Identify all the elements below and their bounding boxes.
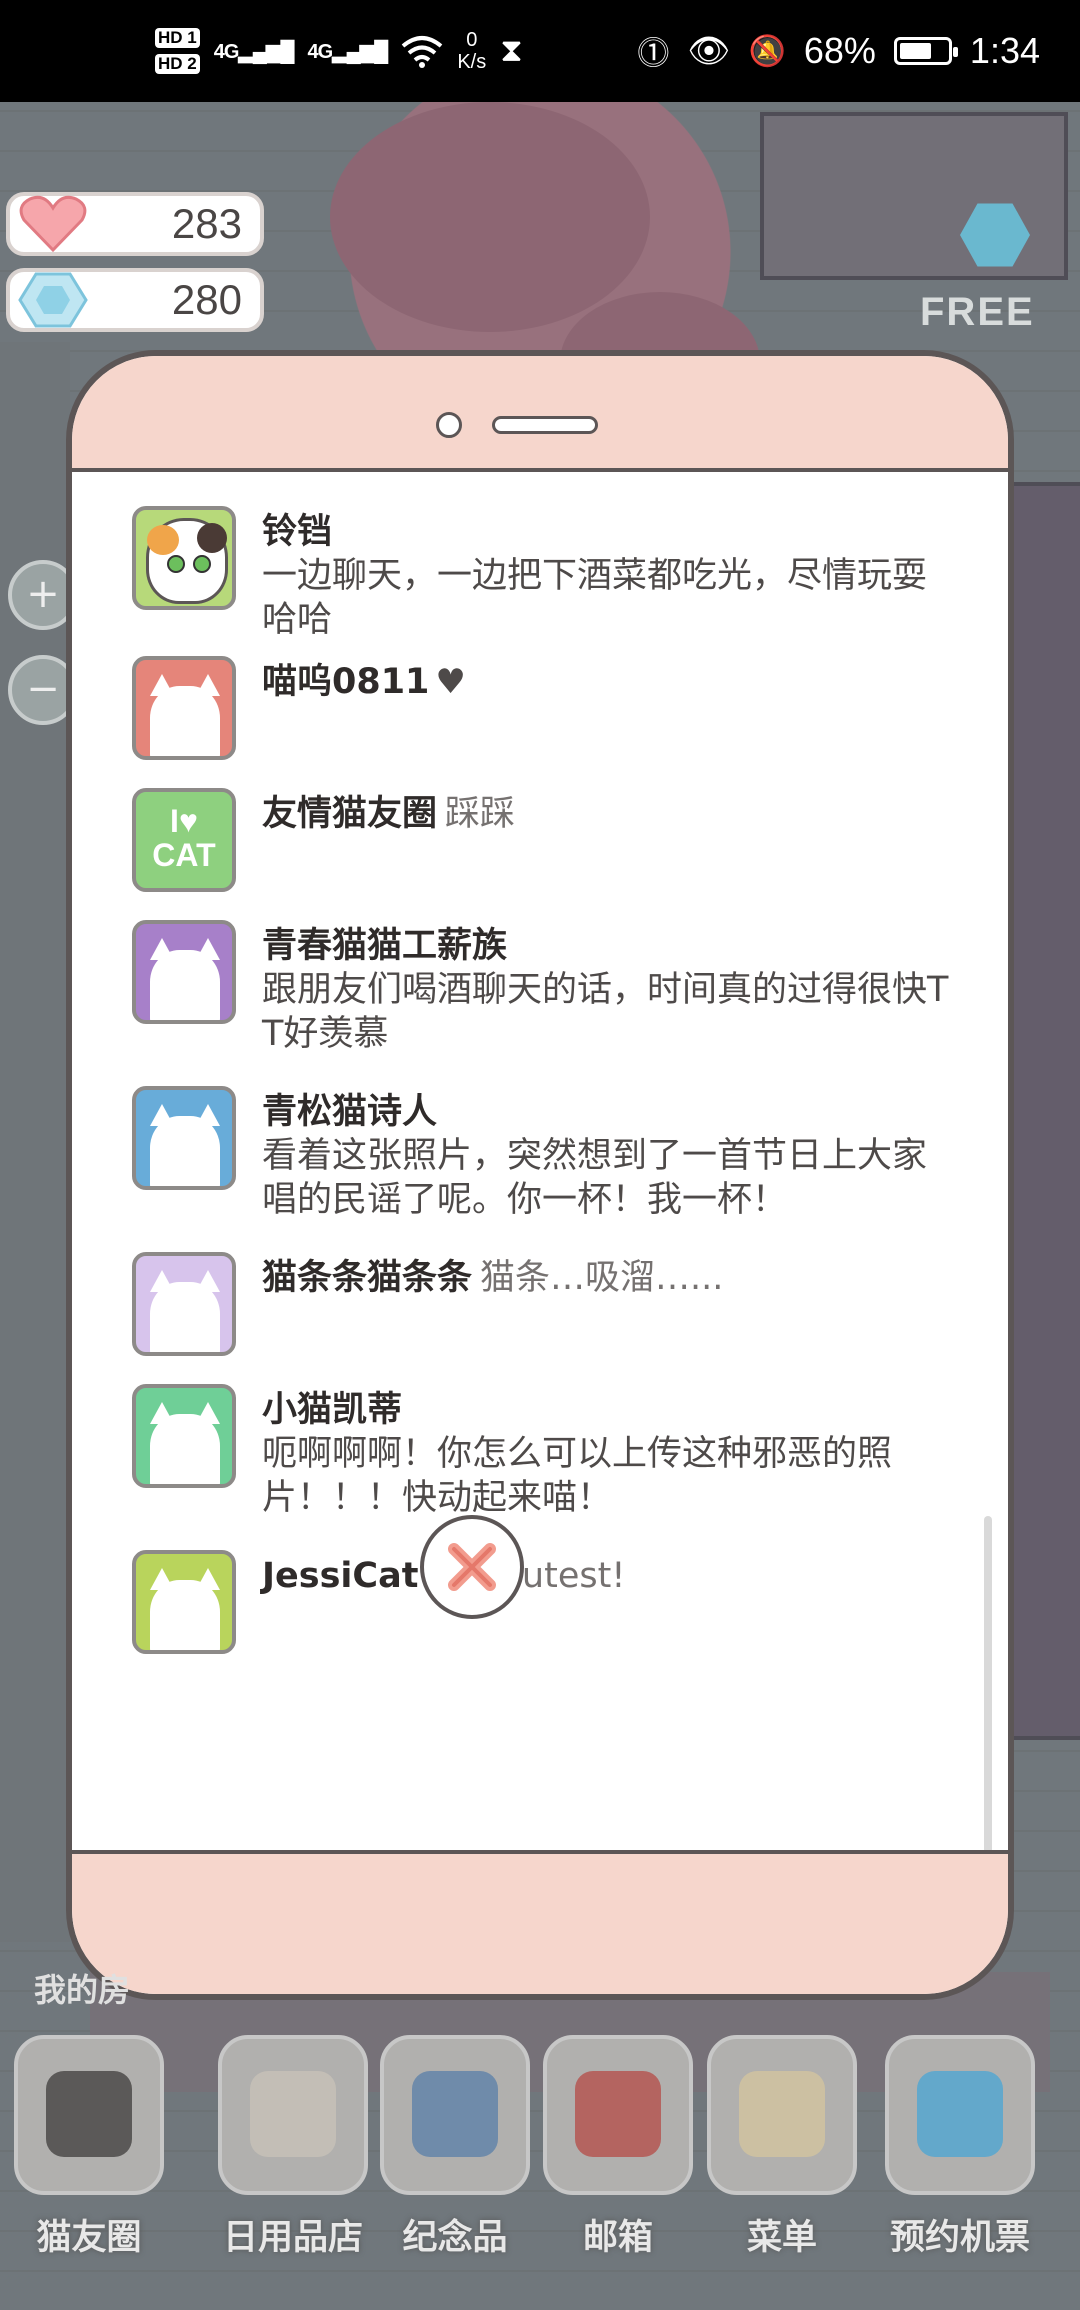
data-saver-icon: ⓵ <box>637 35 670 71</box>
comment-text: 青松猫诗人 看着这张照片，突然想到了一首节日上大家唱的民谣了呢。你一杯！我一杯！ <box>262 1086 952 1252</box>
comment-text: 铃铛 一边聊天，一边把下酒菜都吃光，尽情玩耍哈哈 <box>262 506 952 656</box>
hd2-badge: HD 2 <box>155 54 200 74</box>
avatar[interactable] <box>132 656 236 760</box>
airplane-icon <box>885 2035 1035 2195</box>
comment-item: I♥ CAT 友情猫友圈 踩踩 <box>132 788 952 920</box>
cat-silhouette-icon <box>150 1270 220 1352</box>
cat-friends-icon <box>14 2035 164 2195</box>
gems-counter: 280 <box>6 268 264 332</box>
hourglass-icon: ⧗ <box>500 32 523 68</box>
close-button[interactable] <box>420 1515 524 1619</box>
dock-item-menu-folder[interactable]: 菜单 <box>707 2035 857 2260</box>
close-icon <box>448 1543 496 1591</box>
dock-label: 菜单 <box>746 2218 817 2258</box>
calico-cat-icon <box>146 518 228 604</box>
comments-feed[interactable]: 铃铛 一边聊天，一边把下酒菜都吃光，尽情玩耍哈哈 喵呜0811 ♥ I♥ CAT 友情猫友… <box>132 506 952 1682</box>
dock-label: 预约机票 <box>889 2218 1030 2258</box>
cat-silhouette-icon <box>150 1568 220 1650</box>
heart-icon <box>19 195 87 253</box>
hearts-counter: 283 <box>6 192 264 256</box>
my-room-label: 我的房 <box>34 1971 131 2009</box>
comment-text: 青春猫猫工薪族 跟朋友们喝酒聊天的话，时间真的过得很快T T好羡慕 <box>262 920 952 1086</box>
hd1-badge: HD 1 <box>155 28 200 48</box>
free-label: FREE <box>920 290 1035 334</box>
comment-message: 踩踩 <box>445 794 516 834</box>
avatar[interactable] <box>132 506 236 610</box>
comment-text: JessiCat The cutest! <box>262 1550 952 1682</box>
comment-text: 喵呜0811 ♥ <box>262 656 952 788</box>
commenter-name: 猫条条猫条条 <box>262 1258 473 1298</box>
camera-icon <box>436 412 462 438</box>
gems-value: 280 <box>171 276 242 323</box>
comment-message: 一边聊天，一边把下酒菜都吃光，尽情玩耍哈哈 <box>262 556 928 640</box>
status-right: ⓵ 👁 🔕 68% 1:34 <box>637 20 1040 82</box>
comment-item: 猫条条猫条条 猫条…吸溜…... <box>132 1252 952 1384</box>
comment-message: 猫条…吸溜…... <box>480 1258 724 1298</box>
phone-top-bezel <box>72 356 1008 472</box>
menu-folder-icon <box>707 2035 857 2195</box>
status-bar: HD 1 HD 2 4G▂▄▆█ 4G▂▄▆█ 0 K/s ⧗ ⓵ 👁 🔕 68… <box>0 0 1080 102</box>
comment-item: 青春猫猫工薪族 跟朋友们喝酒聊天的话，时间真的过得很快T T好羡慕 <box>132 920 952 1086</box>
cat-silhouette-icon <box>150 938 220 1020</box>
dock-item-mailbox[interactable]: 邮箱 <box>543 2035 693 2260</box>
wifi-icon <box>402 36 443 68</box>
avatar[interactable] <box>132 1384 236 1488</box>
avatar[interactable]: I♥ CAT <box>132 788 236 892</box>
shop-icon <box>218 2035 368 2195</box>
cat-silhouette-icon <box>150 1402 220 1484</box>
comment-message: 跟朋友们喝酒聊天的话，时间真的过得很快T T好羡慕 <box>262 970 949 1054</box>
commenter-name: 青春猫猫工薪族 <box>262 926 508 966</box>
cat-silhouette-icon <box>150 674 220 756</box>
dock-label: 纪念品 <box>402 2218 508 2258</box>
speaker-icon <box>492 416 598 434</box>
phone-bottom-bezel <box>72 1850 1008 1994</box>
dock-item-airplane[interactable]: 预约机票 <box>885 2035 1035 2260</box>
comment-text: 友情猫友圈 踩踩 <box>262 788 952 920</box>
battery-percent: 68% <box>803 30 876 71</box>
commenter-name: 友情猫友圈 <box>262 794 438 834</box>
comment-item: 小猫凯蒂 呃啊啊啊！你怎么可以上传这种邪恶的照片！！！快动起来喵！ <box>132 1384 952 1550</box>
dock-label: 猫友圈 <box>36 2218 142 2258</box>
souvenir-box-icon <box>380 2035 530 2195</box>
status-left: HD 1 HD 2 4G▂▄▆█ 4G▂▄▆█ 0 K/s ⧗ <box>155 20 523 82</box>
network-speed: 0 K/s <box>457 29 487 73</box>
free-gem-icon <box>960 203 1030 267</box>
avatar[interactable] <box>132 920 236 1024</box>
commenter-name: 青松猫诗人 <box>262 1092 438 1132</box>
comment-message: 呃啊啊啊！你怎么可以上传这种邪恶的照片！！！快动起来喵！ <box>262 1434 893 1518</box>
battery-icon <box>893 37 958 65</box>
commenter-name: 喵呜0811 <box>262 662 430 702</box>
mailbox-icon <box>543 2035 693 2195</box>
comment-item: JessiCat The cutest! <box>132 1550 952 1682</box>
clock: 1:34 <box>969 30 1040 71</box>
commenter-name: JessiCat <box>262 1556 419 1596</box>
commenter-name: 小猫凯蒂 <box>262 1390 403 1430</box>
gem-icon <box>18 272 88 328</box>
cat-silhouette-icon <box>150 1104 220 1186</box>
signal2-icon: 4G▂▄▆█ <box>307 40 389 63</box>
dock-item-cat-friends[interactable]: 猫友圈 <box>14 2035 164 2260</box>
dock-label: 日用品店 <box>222 2218 363 2258</box>
heart-icon: ♥ <box>435 662 466 702</box>
comment-text: 猫条条猫条条 猫条…吸溜…... <box>262 1252 952 1384</box>
signal1-icon: 4G▂▄▆█ <box>213 40 295 63</box>
dock-item-souvenir-box[interactable]: 纪念品 <box>380 2035 530 2260</box>
comment-text: 小猫凯蒂 呃啊啊啊！你怎么可以上传这种邪恶的照片！！！快动起来喵！ <box>262 1384 952 1550</box>
dock-item-shop[interactable]: 日用品店 <box>218 2035 368 2260</box>
hearts-value: 283 <box>171 200 242 247</box>
comment-item: 青松猫诗人 看着这张照片，突然想到了一首节日上大家唱的民谣了呢。你一杯！我一杯！ <box>132 1086 952 1252</box>
eye-icon: 👁 <box>687 32 731 70</box>
i-love-cat-icon: I♥ CAT <box>152 803 216 873</box>
comment-item: 喵呜0811 ♥ <box>132 656 952 788</box>
avatar[interactable] <box>132 1086 236 1190</box>
dock-label: 邮箱 <box>582 2218 653 2258</box>
free-gem-button[interactable]: FREE <box>920 200 1070 340</box>
avatar[interactable] <box>132 1550 236 1654</box>
commenter-name: 铃铛 <box>262 512 333 552</box>
comment-item: 铃铛 一边聊天，一边把下酒菜都吃光，尽情玩耍哈哈 <box>132 506 952 656</box>
avatar[interactable] <box>132 1252 236 1356</box>
comments-phone-modal: 铃铛 一边聊天，一边把下酒菜都吃光，尽情玩耍哈哈 喵呜0811 ♥ I♥ CAT 友情猫友… <box>66 350 1014 2000</box>
mute-bell-icon: 🔕 <box>748 34 786 68</box>
comment-message: 看着这张照片，突然想到了一首节日上大家唱的民谣了呢。你一杯！我一杯！ <box>262 1136 928 1220</box>
